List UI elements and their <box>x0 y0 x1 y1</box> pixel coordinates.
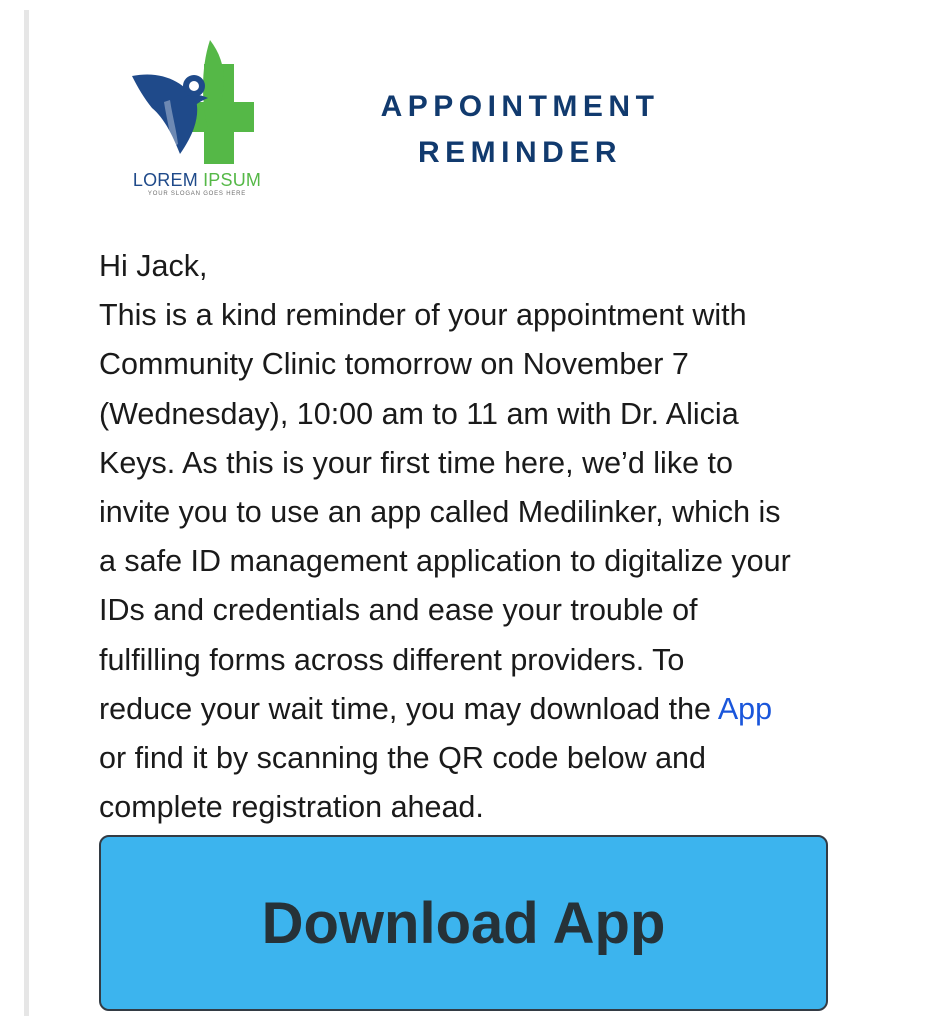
logo-brand-text: LOREM IPSUM <box>112 170 282 191</box>
left-border-rule <box>24 10 29 1016</box>
message-line: complete registration ahead. <box>99 790 484 825</box>
message-line: Keys. As this is your first time here, w… <box>99 445 733 480</box>
message-line: or find it by scanning the QR code below… <box>99 741 706 776</box>
message-line: Community Clinic tomorrow on November 7 <box>99 347 689 382</box>
title-line-reminder: REMINDER <box>417 136 622 169</box>
download-app-button[interactable]: Download App <box>99 835 828 1011</box>
message-line-with-link: reduce your wait time, you may download … <box>99 685 919 734</box>
message-line: fulfilling forms across different provid… <box>99 642 685 677</box>
logo-word-lorem: LOREM <box>132 170 198 190</box>
title-line-appointment: APPOINTMENT <box>380 90 660 123</box>
message-line: IDs and credentials and ease your troubl… <box>99 593 698 628</box>
app-download-link[interactable]: App <box>718 692 772 726</box>
message-line: invite you to use an app called Medilink… <box>99 495 781 530</box>
message-line: This is a kind reminder of your appointm… <box>99 298 747 333</box>
message-text-before-link: reduce your wait time, you may download … <box>99 691 718 726</box>
logo-slogan: YOUR SLOGAN GOES HERE <box>147 191 247 197</box>
greeting: Hi Jack, <box>99 249 208 283</box>
email-page: LOREM IPSUM YOUR SLOGAN GOES HERE APPOIN… <box>0 0 942 1016</box>
message-line: a safe ID management application to digi… <box>99 544 791 579</box>
logo-word-ipsum: IPSUM <box>203 170 262 190</box>
reminder-message: Hi Jack, This is a kind reminder of your… <box>99 242 919 832</box>
page-title: APPOINTMENT REMINDER <box>340 84 700 176</box>
message-line: (Wednesday), 10:00 am to 11 am with Dr. … <box>99 396 739 431</box>
clinic-logo: LOREM IPSUM YOUR SLOGAN GOES HERE <box>112 36 282 206</box>
